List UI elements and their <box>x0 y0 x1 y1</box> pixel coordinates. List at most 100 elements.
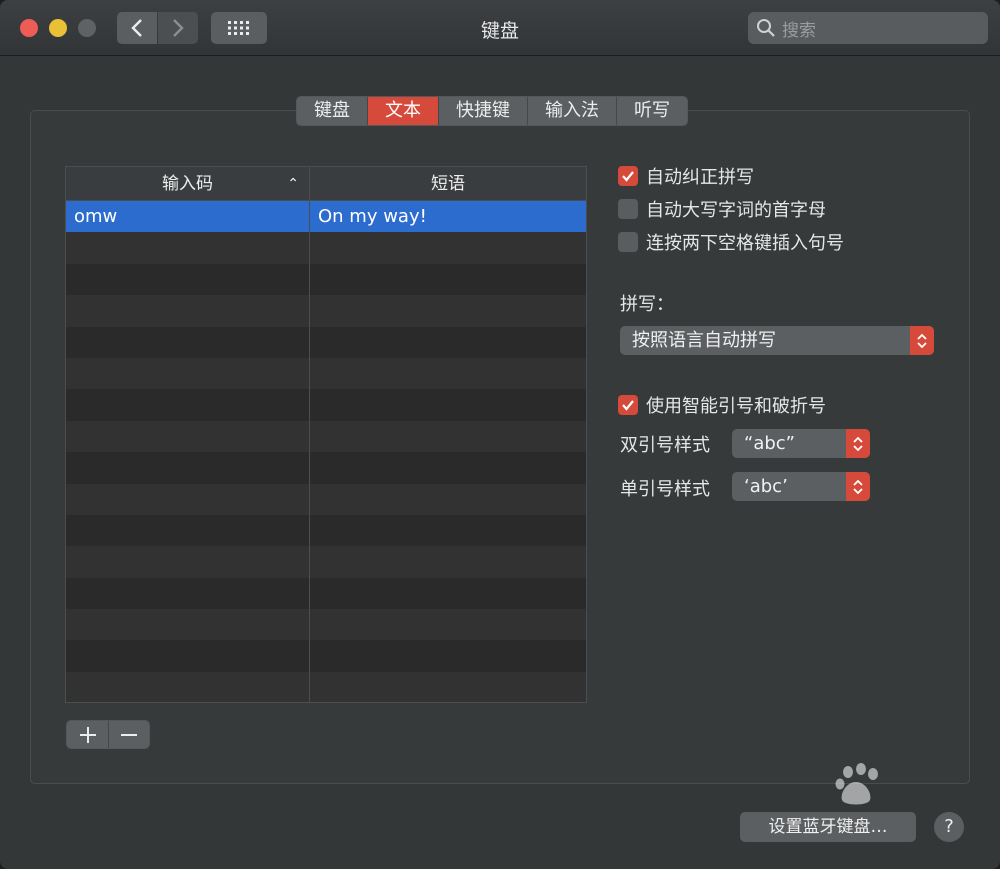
forward-button[interactable] <box>158 12 198 44</box>
table-row <box>66 546 586 578</box>
cell-input <box>66 389 310 421</box>
table-row <box>66 326 586 358</box>
title-bar: 键盘 搜索 <box>0 0 1000 56</box>
spelling-popup-value: 按照语言自动拼写 <box>632 330 776 351</box>
updown-arrows-icon <box>910 326 934 355</box>
double-space-period-label: 连按两下空格键插入句号 <box>646 233 844 254</box>
cell-input <box>66 577 310 610</box>
cell-phrase <box>310 515 586 546</box>
plus-icon <box>79 726 96 743</box>
tab-keyboard[interactable]: 键盘 <box>297 97 368 125</box>
single-quote-label: 单引号样式 <box>620 479 710 500</box>
double-space-period-checkbox[interactable]: 连按两下空格键插入句号 <box>618 231 844 254</box>
cell-phrase <box>310 358 586 389</box>
table-row <box>66 452 586 484</box>
cell-phrase <box>310 578 586 609</box>
table-row <box>66 389 586 421</box>
checkmark-icon <box>622 400 634 411</box>
double-quote-popup[interactable]: “abc” <box>732 429 870 458</box>
cell-phrase <box>310 389 586 420</box>
cell-input <box>66 671 310 702</box>
sort-ascending-icon: ⌃ <box>287 176 299 192</box>
tab-bar: 键盘 文本 快捷键 输入法 听写 <box>296 96 688 126</box>
close-window-button[interactable] <box>20 19 38 37</box>
search-field[interactable]: 搜索 <box>748 12 988 44</box>
autocorrect-checkbox[interactable]: 自动纠正拼写 <box>618 165 754 188</box>
cell-input <box>66 357 310 390</box>
tab-dictation[interactable]: 听写 <box>617 97 687 125</box>
table-body: omw On my way! <box>66 201 586 702</box>
search-placeholder: 搜索 <box>782 20 816 41</box>
autocap-checkbox[interactable]: 自动大写字词的首字母 <box>618 198 826 221</box>
cell-phrase <box>310 327 586 358</box>
updown-arrows-icon <box>846 472 870 501</box>
column-header-phrase[interactable]: 短语 <box>310 167 586 201</box>
smart-quotes-label: 使用智能引号和破折号 <box>646 396 826 417</box>
column-header-input-label: 输入码 <box>162 174 213 194</box>
help-button[interactable]: ? <box>934 812 964 842</box>
checkbox-checked[interactable] <box>618 395 638 415</box>
table-row <box>66 514 586 547</box>
cell-phrase <box>310 609 586 640</box>
cell-input <box>66 483 310 515</box>
zoom-window-button[interactable] <box>78 19 96 37</box>
show-all-button[interactable] <box>211 12 267 44</box>
spelling-label: 拼写： <box>620 294 674 315</box>
table-row <box>66 420 586 453</box>
cell-input <box>66 514 310 547</box>
cell-input <box>66 546 310 578</box>
tab-text[interactable]: 文本 <box>368 97 439 125</box>
minimize-window-button[interactable] <box>49 19 67 37</box>
double-quote-value: “abc” <box>744 433 796 454</box>
checkmark-icon <box>622 171 634 182</box>
cell-phrase <box>310 232 586 263</box>
grid-icon <box>228 21 249 35</box>
setup-bluetooth-keyboard-button[interactable]: 设置蓝牙键盘… <box>740 812 916 842</box>
cell-phrase <box>310 452 586 483</box>
chevron-right-icon <box>173 19 184 37</box>
cell-input <box>66 263 310 296</box>
cell-phrase <box>310 264 586 295</box>
cell-input <box>66 420 310 453</box>
add-remove-buttons <box>66 720 150 749</box>
checkbox-unchecked[interactable] <box>618 199 638 219</box>
table-row <box>66 483 586 515</box>
search-icon <box>757 19 775 37</box>
single-quote-popup[interactable]: ‘abc’ <box>732 472 870 501</box>
smart-quotes-checkbox[interactable]: 使用智能引号和破折号 <box>618 394 826 417</box>
back-button[interactable] <box>117 12 157 44</box>
checkbox-unchecked[interactable] <box>618 232 638 252</box>
table-row <box>66 609 586 641</box>
table-row <box>66 263 586 296</box>
spelling-popup[interactable]: 按照语言自动拼写 <box>620 326 934 355</box>
table-row <box>66 357 586 390</box>
cell-phrase: On my way! <box>318 206 427 227</box>
cell-input <box>66 609 310 641</box>
table-row <box>66 577 586 610</box>
double-quote-label: 双引号样式 <box>620 435 710 456</box>
tab-shortcuts[interactable]: 快捷键 <box>439 97 528 125</box>
single-quote-value: ‘abc’ <box>744 476 788 497</box>
table-row <box>66 232 586 264</box>
cell-phrase <box>310 640 586 671</box>
cell-input <box>66 295 310 327</box>
add-button[interactable] <box>67 721 108 748</box>
cell-phrase <box>310 295 586 326</box>
cell-phrase <box>310 421 586 452</box>
text-replacement-table: 输入码 ⌃ 短语 omw On my way! <box>65 166 587 703</box>
autocorrect-label: 自动纠正拼写 <box>646 167 754 188</box>
minus-icon <box>121 733 137 736</box>
autocap-label: 自动大写字词的首字母 <box>646 200 826 221</box>
cell-input <box>66 326 310 358</box>
column-header-input[interactable]: 输入码 ⌃ <box>66 167 310 201</box>
table-row <box>66 671 586 702</box>
table-header: 输入码 ⌃ 短语 <box>66 167 586 201</box>
window-title: 键盘 <box>480 20 519 42</box>
remove-button[interactable] <box>108 721 149 748</box>
cell-input <box>66 232 310 264</box>
tab-input-sources[interactable]: 输入法 <box>528 97 617 125</box>
updown-arrows-icon <box>846 429 870 458</box>
checkbox-checked[interactable] <box>618 166 638 186</box>
cell-input <box>66 452 310 484</box>
table-row[interactable]: omw On my way! <box>66 201 586 233</box>
